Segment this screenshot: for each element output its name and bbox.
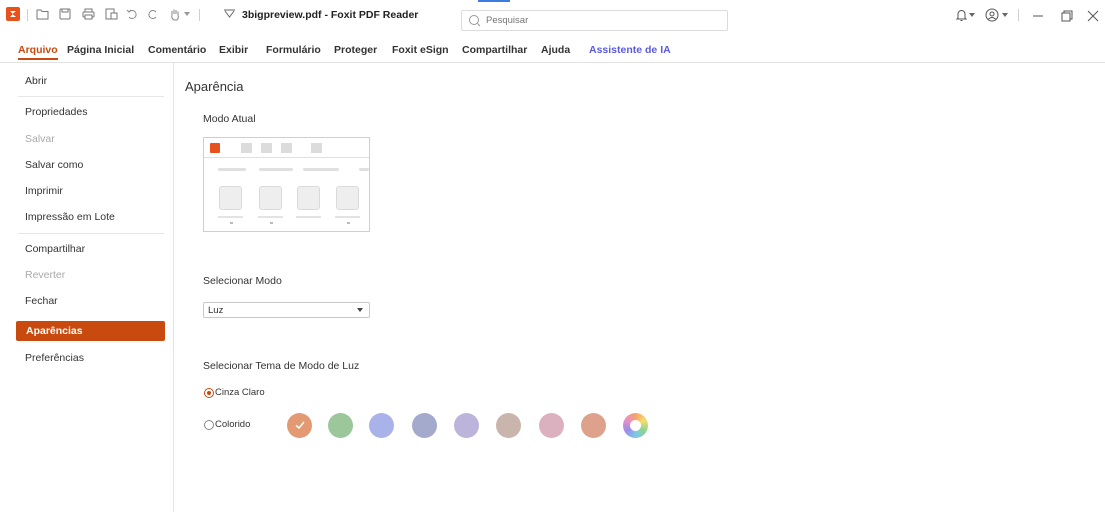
preview-toolbar (204, 138, 369, 158)
color-swatch-blue[interactable] (369, 413, 394, 438)
bell-icon[interactable] (953, 7, 969, 23)
current-mode-label: Modo Atual (203, 113, 256, 125)
sidebar-item-salvar[interactable]: Salvar (25, 133, 55, 145)
minimize-icon[interactable] (1030, 8, 1046, 24)
sidebar-divider (18, 96, 164, 97)
sidebar-item-aparencias[interactable]: Aparências (16, 321, 165, 341)
preview-toolbar-button (241, 143, 252, 153)
mode-select-value: Luz (208, 305, 224, 316)
sidebar-item-compartilhar[interactable]: Compartilhar (25, 243, 85, 255)
title-bar: 3bigpreview.pdf - Foxit PDF Reader (0, 0, 1105, 31)
search-accent (478, 0, 510, 2)
color-swatch-orange[interactable] (287, 413, 312, 438)
foxit-logo-icon[interactable] (6, 7, 20, 21)
undo-icon[interactable] (124, 6, 140, 22)
open-folder-icon[interactable] (34, 6, 50, 22)
check-icon (295, 421, 305, 430)
sidebar-item-impressao-em-lote[interactable]: Impressão em Lote (25, 211, 115, 223)
preview-toolbar-button (261, 143, 272, 153)
chevron-down-icon (357, 308, 363, 312)
light-theme-label: Selecionar Tema de Modo de Luz (203, 360, 360, 372)
preview-line (359, 168, 369, 171)
sidebar-item-fechar[interactable]: Fechar (25, 295, 58, 307)
radio-cinza-claro[interactable] (204, 388, 214, 398)
tab-exibir[interactable]: Exibir (219, 44, 248, 56)
select-mode-label: Selecionar Modo (203, 275, 282, 287)
preview-toolbar-button (281, 143, 292, 153)
sidebar-item-preferencias[interactable]: Preferências (25, 352, 84, 364)
color-swatch-lavender[interactable] (454, 413, 479, 438)
preview-dot (230, 222, 233, 224)
tab-formulario[interactable]: Formulário (266, 44, 321, 56)
tab-proteger[interactable]: Proteger (334, 44, 377, 56)
radio-colorido[interactable] (204, 420, 214, 430)
preview-line (218, 216, 243, 218)
preview-card (219, 186, 242, 210)
search-box[interactable] (461, 10, 728, 31)
tab-arquivo[interactable]: Arquivo (18, 44, 58, 60)
window-title: 3bigpreview.pdf - Foxit PDF Reader (242, 9, 419, 21)
color-swatch-taupe[interactable] (496, 413, 521, 438)
search-icon (468, 14, 481, 30)
sidebar-item-imprimir[interactable]: Imprimir (25, 185, 63, 197)
preview-line (259, 168, 293, 171)
page-title: Aparência (185, 79, 244, 94)
sidebar-item-salvar-como[interactable]: Salvar como (25, 159, 83, 171)
preview-line (258, 216, 283, 218)
radio-cinza-claro-label[interactable]: Cinza Claro (215, 387, 265, 398)
toolbar-separator (199, 9, 200, 21)
ribbon-tabs: Arquivo Página Inicial Comentário Exibir… (0, 44, 1105, 62)
sidebar-divider (18, 233, 164, 234)
new-doc-icon[interactable] (103, 6, 119, 22)
preview-toolbar-button (311, 143, 322, 153)
preview-logo-icon (210, 143, 220, 153)
toolbar-separator (1018, 9, 1019, 21)
color-swatch-pink[interactable] (539, 413, 564, 438)
customize-icon[interactable] (221, 6, 237, 22)
tab-pagina-inicial[interactable]: Página Inicial (67, 44, 134, 56)
radio-colorido-label[interactable]: Colorido (215, 419, 250, 430)
tab-ajuda[interactable]: Ajuda (541, 44, 570, 56)
preview-card (336, 186, 359, 210)
preview-line (296, 216, 321, 218)
tab-compartilhar[interactable]: Compartilhar (462, 44, 527, 56)
restore-icon[interactable] (1059, 8, 1075, 24)
redo-icon[interactable] (145, 6, 161, 22)
preview-dot (347, 222, 350, 224)
preview-line (218, 168, 246, 171)
preview-card (297, 186, 320, 210)
user-icon[interactable] (984, 7, 1000, 23)
color-swatch-green[interactable] (328, 413, 353, 438)
sidebar-item-abrir[interactable]: Abrir (25, 75, 47, 87)
toolbar-separator (27, 9, 28, 21)
hand-tool-icon[interactable] (167, 6, 183, 22)
tab-assistente-ia[interactable]: Assistente de IA (589, 44, 671, 56)
dropdown-icon[interactable] (183, 6, 191, 22)
preview-dot (270, 222, 273, 224)
bell-dropdown-icon[interactable] (968, 7, 976, 23)
user-dropdown-icon[interactable] (1001, 7, 1009, 23)
preview-line (335, 216, 360, 218)
color-swatch-slate[interactable] (412, 413, 437, 438)
print-icon[interactable] (80, 6, 96, 22)
mode-select[interactable]: Luz (203, 302, 370, 318)
sidebar-item-propriedades[interactable]: Propriedades (25, 106, 87, 118)
tab-foxit-esign[interactable]: Foxit eSign (392, 44, 449, 56)
tab-comentario[interactable]: Comentário (148, 44, 206, 56)
preview-card (259, 186, 282, 210)
close-icon[interactable] (1085, 8, 1101, 24)
search-input[interactable] (486, 13, 716, 28)
preview-line (303, 168, 339, 171)
color-wheel-center (630, 420, 641, 431)
save-icon[interactable] (57, 6, 73, 22)
custom-color-wheel-icon[interactable] (623, 413, 648, 438)
color-swatch-salmon[interactable] (581, 413, 606, 438)
sidebar-item-reverter[interactable]: Reverter (25, 269, 65, 281)
file-sidebar: Abrir Propriedades Salvar Salvar como Im… (0, 63, 174, 512)
current-mode-preview (203, 137, 370, 232)
